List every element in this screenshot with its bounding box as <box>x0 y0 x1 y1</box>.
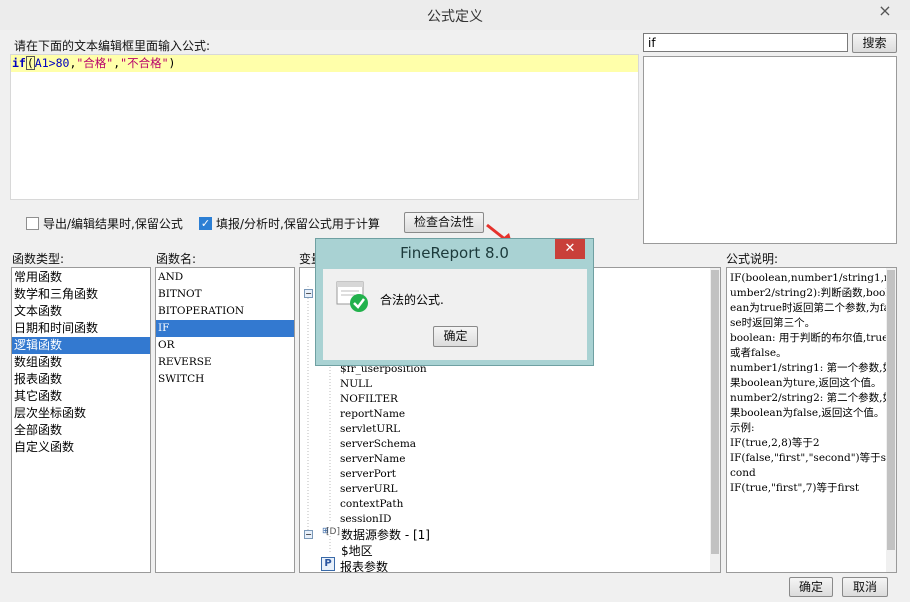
function-item[interactable]: REVERSE <box>156 354 294 371</box>
description-text: IF(boolean,number1/string1,number2/strin… <box>730 272 894 494</box>
title-bar: 公式定义 × <box>0 0 910 30</box>
window-title: 公式定义 <box>427 9 483 25</box>
formula-close-paren: ) <box>168 56 176 70</box>
formula-string-2: "不合格" <box>120 56 169 70</box>
editor-label: 请在下面的文本编辑框里面输入公式: <box>14 39 211 53</box>
category-item[interactable]: 日期和时间函数 <box>12 320 150 337</box>
search-results-list[interactable] <box>643 56 897 244</box>
category-item[interactable]: 自定义函数 <box>12 439 150 456</box>
report-params-icon: P <box>321 557 335 571</box>
function-item[interactable]: IF <box>156 320 294 337</box>
formula-string-1: "合格" <box>76 56 114 70</box>
variable-tree-scroll-thumb[interactable] <box>711 270 719 554</box>
function-item[interactable]: OR <box>156 337 294 354</box>
dialog-title: FineReport 8.0 <box>400 244 509 262</box>
formula-function: if <box>12 56 26 70</box>
function-list[interactable]: AND BITNOT BITOPERATION IF OR REVERSE SWITCH <box>155 267 295 573</box>
variable-tree-scrollbar[interactable] <box>710 268 720 572</box>
tree-collapse-icon[interactable]: − <box>304 289 313 298</box>
window-close-button[interactable]: × <box>870 0 900 22</box>
function-item[interactable]: SWITCH <box>156 371 294 388</box>
datasource-params-node[interactable]: 数据源参数 - [1] <box>341 526 430 543</box>
variable-item[interactable]: serverPort <box>340 468 396 480</box>
function-item[interactable]: BITNOT <box>156 286 294 303</box>
category-item[interactable]: 层次坐标函数 <box>12 405 150 422</box>
datasource-badge-icon: [D] <box>326 527 340 537</box>
category-item[interactable]: 数组函数 <box>12 354 150 371</box>
function-search-input[interactable] <box>643 33 848 52</box>
description-scrollbar[interactable] <box>886 268 896 572</box>
variable-item[interactable]: sessionID <box>340 513 391 525</box>
category-item[interactable]: 其它函数 <box>12 388 150 405</box>
variable-item[interactable]: reportName <box>340 408 405 420</box>
ok-button[interactable]: 确定 <box>789 577 833 597</box>
fill-keep-formula-checkbox[interactable]: ✓ <box>199 217 212 230</box>
cancel-button[interactable]: 取消 <box>842 577 888 597</box>
dialog-message: 合法的公式. <box>380 293 444 307</box>
function-item[interactable]: AND <box>156 269 294 286</box>
formula-open-paren: ( <box>25 56 35 70</box>
function-item[interactable]: BITOPERATION <box>156 303 294 320</box>
category-item[interactable]: 逻辑函数 <box>12 337 150 354</box>
dialog-close-button[interactable]: ✕ <box>555 239 585 259</box>
tree-collapse-icon[interactable]: − <box>304 530 313 539</box>
category-item[interactable]: 报表函数 <box>12 371 150 388</box>
category-label: 函数类型: <box>12 252 65 266</box>
variable-item[interactable]: NULL <box>340 378 372 390</box>
function-name-label: 函数名: <box>156 252 197 266</box>
export-keep-formula-label: 导出/编辑结果时,保留公式 <box>43 217 183 231</box>
export-keep-formula-checkbox[interactable] <box>26 217 39 230</box>
formula-number: 80 <box>55 56 70 70</box>
validation-dialog: FineReport 8.0 ✕ 合法的公式. 确定 <box>315 238 594 366</box>
variable-item[interactable]: NOFILTER <box>340 393 398 405</box>
category-list[interactable]: 常用函数 数学和三角函数 文本函数 日期和时间函数 逻辑函数 数组函数 报表函数 其它函数 层次… <box>11 267 151 573</box>
search-button[interactable]: 搜索 <box>852 33 897 53</box>
validate-formula-button[interactable]: 检查合法性 <box>404 212 484 233</box>
category-item[interactable]: 全部函数 <box>12 422 150 439</box>
formula-line[interactable]: if(A1>80,"合格","不合格") <box>11 55 638 72</box>
category-item[interactable]: 数学和三角函数 <box>12 286 150 303</box>
variable-item[interactable]: serverURL <box>340 483 398 495</box>
variable-item[interactable]: servletURL <box>340 423 400 435</box>
fill-keep-formula-label: 填报/分析时,保留公式用于计算 <box>216 217 380 231</box>
description-label: 公式说明: <box>726 252 779 266</box>
formula-editor[interactable]: if(A1>80,"合格","不合格") <box>10 54 639 200</box>
check-icon: ✓ <box>200 217 211 230</box>
variable-item[interactable]: serverSchema <box>340 438 416 450</box>
report-params-node[interactable]: 报表参数 <box>340 558 388 572</box>
dialog-ok-button[interactable]: 确定 <box>433 326 478 347</box>
variable-item[interactable]: contextPath <box>340 498 403 510</box>
variable-item[interactable]: serverName <box>340 453 405 465</box>
description-panel: IF(boolean,number1/string1,number2/strin… <box>726 267 897 573</box>
formula-condition: A1> <box>34 56 56 70</box>
dialog-body: 合法的公式. 确定 <box>323 269 587 360</box>
valid-formula-icon <box>336 281 368 312</box>
datasource-param-item[interactable]: $地区 <box>341 542 373 559</box>
description-scroll-thumb[interactable] <box>887 270 895 550</box>
category-item[interactable]: 文本函数 <box>12 303 150 320</box>
category-item[interactable]: 常用函数 <box>12 269 150 286</box>
